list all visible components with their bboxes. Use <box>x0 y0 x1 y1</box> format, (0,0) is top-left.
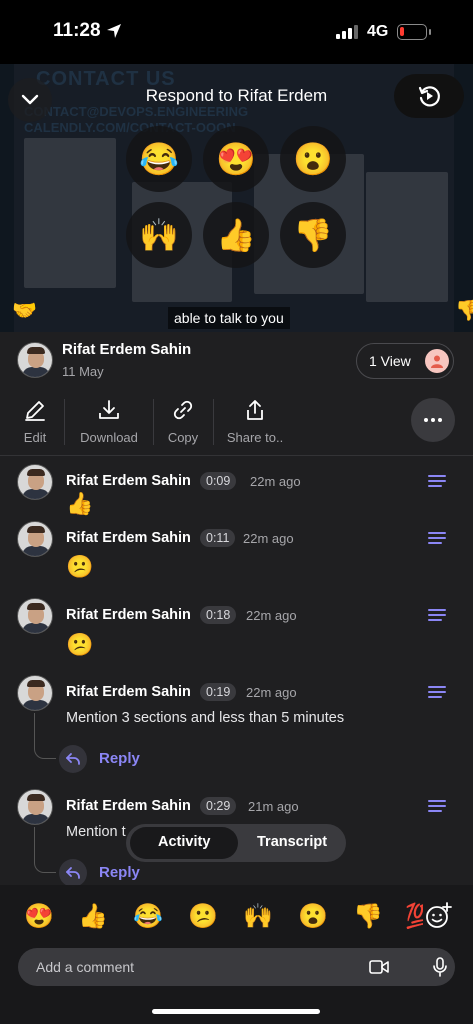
comment-menu-icon[interactable] <box>428 532 446 546</box>
quick-reaction-hundred[interactable]: 💯 <box>405 902 423 931</box>
download-button[interactable]: Download <box>74 396 144 448</box>
comment-text: Mention t <box>66 824 126 840</box>
avatar[interactable] <box>17 598 53 634</box>
download-label: Download <box>80 430 138 445</box>
reply-button[interactable]: Reply <box>99 750 140 767</box>
status-time: 11:28 <box>53 20 101 41</box>
comment-reaction: 👍 <box>66 491 94 516</box>
viewer-avatar-icon <box>425 349 449 373</box>
avatar[interactable] <box>17 789 53 825</box>
reaction-wow-button[interactable]: 😮 <box>280 126 346 192</box>
floating-reaction: 👎 <box>455 300 473 322</box>
network-type: 4G <box>367 23 389 40</box>
share-icon <box>247 400 263 420</box>
quick-reaction-thumbs-down[interactable]: 👎 <box>353 902 383 931</box>
tab-transcript[interactable]: Transcript <box>257 834 327 850</box>
avatar[interactable] <box>17 675 53 711</box>
video-camera-icon[interactable] <box>369 958 389 976</box>
comment-menu-icon[interactable] <box>428 475 446 489</box>
owner-name: Rifat Erdem Sahin <box>62 341 192 358</box>
divider <box>153 399 154 445</box>
floating-reaction: 🤝 <box>12 300 37 322</box>
divider <box>64 399 65 445</box>
reaction-raised-hands-button[interactable]: 🙌 <box>126 202 192 268</box>
video-date: 11 May <box>62 364 104 379</box>
reaction-thumbs-down-button[interactable]: 👎 <box>280 202 346 268</box>
comment-menu-icon[interactable] <box>428 686 446 700</box>
status-bar: 11:28 4G <box>0 0 473 64</box>
views-count: 1 View <box>369 353 411 369</box>
more-dots-icon <box>424 418 442 422</box>
avatar[interactable] <box>17 342 53 378</box>
comment-author: Rifat Erdem Sahin <box>66 798 191 814</box>
comment-age: 22m ago <box>246 608 297 623</box>
more-options-button[interactable] <box>411 398 455 442</box>
location-arrow-icon <box>107 24 121 38</box>
comment-age: 22m ago <box>250 474 301 489</box>
comment-timestamp[interactable]: 0:11 <box>200 529 236 547</box>
comment-timestamp[interactable]: 0:09 <box>200 472 237 490</box>
share-button[interactable]: Share to.. <box>224 396 286 448</box>
comment-author: Rifat Erdem Sahin <box>66 607 191 623</box>
tab-activity-label[interactable]: Activity <box>158 834 210 850</box>
views-button[interactable]: 1 View <box>356 343 454 379</box>
thread-connector <box>34 713 56 759</box>
comment-timestamp[interactable]: 0:18 <box>200 606 237 624</box>
divider <box>0 455 473 456</box>
comment-author: Rifat Erdem Sahin <box>66 530 191 546</box>
copy-label: Copy <box>167 430 199 445</box>
comment-timestamp[interactable]: 0:19 <box>200 683 237 701</box>
avatar[interactable] <box>17 464 53 500</box>
edit-label: Edit <box>23 430 47 445</box>
comment-age: 22m ago <box>243 531 294 546</box>
view-toggle: Activity Transcript <box>126 824 346 862</box>
comment-author: Rifat Erdem Sahin <box>66 684 191 700</box>
comment-menu-icon[interactable] <box>428 609 446 623</box>
comment-reaction: 😕 <box>66 554 94 579</box>
quick-reaction-heart-eyes[interactable]: 😍 <box>24 902 54 931</box>
quick-reaction-confused[interactable]: 😕 <box>188 902 218 931</box>
quick-reaction-wow[interactable]: 😮 <box>298 902 328 931</box>
link-icon <box>173 400 193 420</box>
thread-connector <box>34 827 56 873</box>
comment-age: 22m ago <box>246 685 297 700</box>
reply-arrow-icon[interactable] <box>59 859 87 887</box>
comment-author: Rifat Erdem Sahin <box>66 473 191 489</box>
comment-age: 21m ago <box>248 799 299 814</box>
quick-reaction-thumbs-up[interactable]: 👍 <box>78 902 108 931</box>
replay-button[interactable] <box>394 74 464 118</box>
video-caption: able to talk to you <box>168 307 290 329</box>
reaction-thumbs-up-button[interactable]: 👍 <box>203 202 269 268</box>
comment-box <box>18 948 455 986</box>
quick-reaction-raised-hands[interactable]: 🙌 <box>243 902 273 931</box>
avatar[interactable] <box>17 521 53 557</box>
pencil-icon <box>25 401 45 421</box>
battery-icon <box>397 24 431 40</box>
replay-icon <box>418 86 440 107</box>
share-label: Share to.. <box>226 430 284 445</box>
reaction-heart-eyes-button[interactable]: 😍 <box>203 126 269 192</box>
edit-button[interactable]: Edit <box>12 396 58 448</box>
signal-icon <box>336 24 358 39</box>
divider <box>213 399 214 445</box>
copy-button[interactable]: Copy <box>162 396 204 448</box>
comment-menu-icon[interactable] <box>428 800 446 814</box>
comment-text: Mention 3 sections and less than 5 minut… <box>66 710 345 726</box>
microphone-icon[interactable] <box>430 957 450 977</box>
reaction-laugh-button[interactable]: 😂 <box>126 126 192 192</box>
comment-reaction: 😕 <box>66 632 94 657</box>
reply-button[interactable]: Reply <box>99 864 140 881</box>
quick-reaction-laugh[interactable]: 😂 <box>133 902 163 931</box>
home-indicator <box>152 1009 320 1014</box>
comment-timestamp[interactable]: 0:29 <box>200 797 237 815</box>
download-icon <box>99 400 119 419</box>
reply-arrow-icon[interactable] <box>59 745 87 773</box>
add-emoji-icon[interactable] <box>424 902 452 930</box>
comment-input[interactable] <box>36 948 366 986</box>
video-player[interactable]: CONTACT US CONTACT@DEVOPS.ENGINEERING CA… <box>0 64 473 332</box>
